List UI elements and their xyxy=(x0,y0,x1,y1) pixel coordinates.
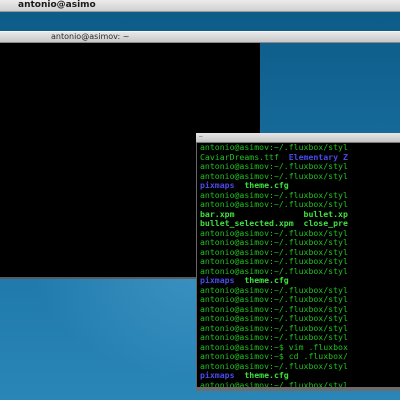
terminal-text: bar.xpm xyxy=(200,208,235,219)
terminal-text: antonio@asimov:~/.fluxbox/styl xyxy=(200,379,348,387)
terminal-text: antonio@asimov:~/.fluxbox/styl xyxy=(200,246,348,257)
terminal-text: Elementary Z xyxy=(288,151,348,162)
terminal-text: antonio@asimov:~/.fluxbox/styl xyxy=(200,332,348,342)
window-menu-icon[interactable]: – xyxy=(199,134,205,140)
terminal-a-title: antonio@asimov: ~ xyxy=(51,32,130,41)
terminal-text: CaviarDreams.ttf xyxy=(200,151,289,162)
terminal-text: antonio@asimov:~/.fluxbox/styl xyxy=(200,237,348,247)
terminal-text: bullet_selected.xpm close_pre xyxy=(200,218,348,228)
terminal-text: pixmaps xyxy=(200,180,235,190)
terminal-b-titlebar[interactable]: – xyxy=(196,133,400,143)
terminal-text: theme.cfg xyxy=(234,370,289,380)
terminal-text: theme.cfg xyxy=(234,275,289,285)
terminal-text: antonio@asimov:~/.fluxbox/styl xyxy=(200,265,348,276)
terminal-text: antonio@asimov:~/.fluxbox/styl xyxy=(200,303,348,314)
terminal-text: antonio@asimov:~/.fluxbox/styl xyxy=(200,322,348,333)
terminal-text: antonio@asimov:~/.fluxbox/styl xyxy=(200,360,348,371)
terminal-text: antonio@asimov:~/.fluxbox/styl xyxy=(200,256,348,266)
terminal-text: antonio@asimov:~$ cd .fluxbox/ xyxy=(200,351,348,361)
terminal-text: antonio@asimov:~/.fluxbox/styl xyxy=(200,189,348,200)
terminal-text: antonio@asimov:~/.fluxbox/styl xyxy=(200,313,348,323)
top-window-title: antonio@asimo xyxy=(18,0,96,10)
terminal-text: pixmaps xyxy=(200,370,235,380)
terminal-text: antonio@asimov:~/.fluxbox/styl xyxy=(200,294,348,304)
terminal-output: antonio@asimov:~/.fluxbox/styl CaviarDrea… xyxy=(200,143,400,387)
terminal-text: antonio@asimov:~/.fluxbox/styl xyxy=(200,161,348,171)
terminal-text: antonio@asimov:~/.fluxbox/styl xyxy=(200,170,348,181)
terminal-text: antonio@asimov:~/.fluxbox/styl xyxy=(200,227,348,238)
terminal-b-body[interactable]: antonio@asimov:~/.fluxbox/styl CaviarDrea… xyxy=(196,143,400,387)
terminal-text: pixmaps xyxy=(200,275,235,285)
terminal-text: theme.cfg xyxy=(234,180,289,190)
terminal-text: antonio@asimov:~/.fluxbox/styl xyxy=(200,199,348,209)
terminal-text: antonio@asimov:~$ vim .fluxbox xyxy=(200,341,348,352)
terminal-b-border xyxy=(196,387,400,391)
terminal-text: antonio@asimov:~/.fluxbox/styl xyxy=(200,284,348,295)
terminal-a-titlebar[interactable]: antonio@asimov: ~ xyxy=(0,31,400,43)
terminal-text: bullet.xp xyxy=(234,208,348,219)
top-window-titlebar[interactable]: antonio@asimo xyxy=(0,0,400,12)
